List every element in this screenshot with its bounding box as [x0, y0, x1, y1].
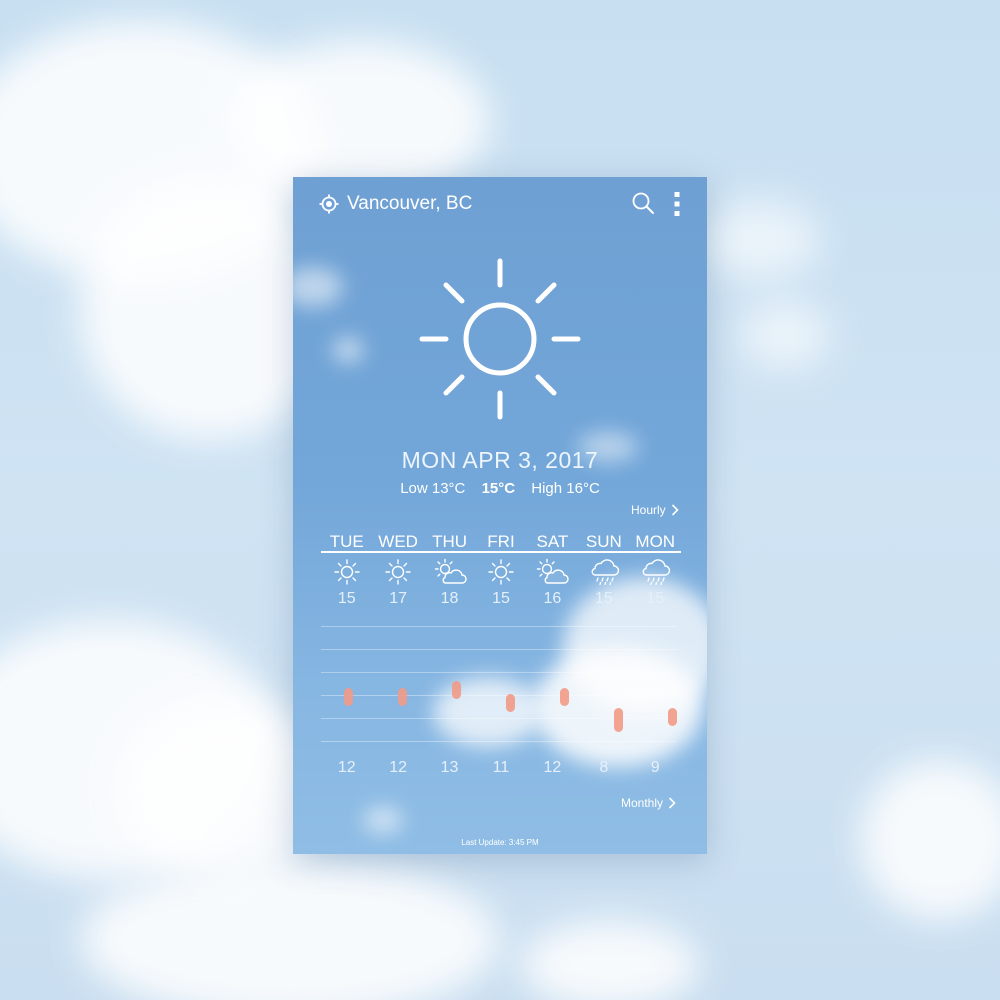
low-temp-value: 11 — [492, 759, 510, 776]
low-temp-value: 13 — [440, 759, 459, 776]
location-crosshair-icon[interactable] — [319, 194, 339, 214]
temperature-range-bar — [451, 681, 461, 699]
low-temp: Low 13°C — [400, 480, 466, 497]
high-temp-value: 15 — [646, 590, 665, 607]
low-temp-value: 12 — [389, 759, 408, 776]
high-temp-value: 15 — [492, 590, 510, 607]
today-temperatures: Low 13°C 15°C High 16°C — [293, 480, 707, 497]
day-label[interactable]: TUE — [321, 532, 372, 552]
temperature-range-bar — [667, 707, 677, 726]
high-temp-value: 15 — [337, 590, 356, 607]
temperature-range-bar — [505, 694, 515, 713]
current-date: MON APR 3, 2017 — [401, 447, 599, 473]
forecast-highs: 15 17 18 15 16 15 15 — [321, 590, 681, 608]
temperature-range-bar — [559, 687, 569, 706]
day-label[interactable]: SAT — [527, 532, 578, 552]
temperature-range-chart — [321, 617, 681, 757]
day-label[interactable]: WED — [372, 532, 423, 552]
partly-cloudy-icon — [434, 558, 467, 584]
last-update-text: Last Update: 3:45 PM — [461, 838, 539, 847]
temperature-range-bar — [343, 687, 353, 706]
sun-icon — [334, 559, 360, 585]
chevron-right-icon — [668, 797, 676, 809]
day-label[interactable]: FRI — [475, 532, 526, 552]
sun-icon — [385, 559, 411, 585]
high-temp-value: 17 — [389, 590, 408, 607]
low-temp-value: 12 — [337, 759, 356, 776]
forecast-days: TUE WED THU FRI SAT SUN MON — [321, 532, 681, 552]
day-label[interactable]: SUN — [578, 532, 629, 552]
location-name[interactable]: Vancouver, BC — [347, 193, 472, 215]
divider — [321, 551, 681, 553]
low-temp-value: 8 — [599, 759, 609, 776]
high-temp-value: 16 — [543, 590, 562, 607]
hourly-link[interactable]: Hourly — [631, 503, 679, 517]
more-vertical-icon[interactable] — [671, 191, 683, 217]
rain-cloud-icon — [591, 559, 619, 586]
search-icon[interactable] — [631, 191, 655, 215]
temperature-range-bar — [397, 687, 407, 706]
weather-app-screen: Vancouver, BC MON APR 3, 2017 Low 13°C 1… — [293, 177, 707, 854]
temperature-range-bar — [613, 707, 623, 733]
forecast-icons — [321, 557, 681, 587]
day-label[interactable]: THU — [424, 532, 475, 552]
low-temp-value: 12 — [543, 759, 562, 776]
monthly-link[interactable]: Monthly — [621, 796, 676, 810]
app-header: Vancouver, BC — [293, 177, 707, 231]
sun-icon — [488, 559, 514, 585]
chevron-right-icon — [671, 504, 679, 516]
forecast-lows: 12 12 13 11 12 8 9 — [321, 759, 681, 777]
monthly-label: Monthly — [621, 796, 664, 810]
low-temp-value: 9 — [650, 759, 660, 776]
rain-cloud-icon — [642, 559, 671, 586]
day-label[interactable]: MON — [630, 532, 681, 552]
current-temp: 15°C — [481, 480, 516, 497]
partly-cloudy-icon — [537, 558, 570, 584]
high-temp-value: 18 — [440, 590, 459, 607]
sun-icon — [419, 258, 581, 420]
high-temp: High 16°C — [531, 480, 600, 497]
high-temp-value: 15 — [594, 590, 613, 607]
hourly-label: Hourly — [631, 503, 666, 517]
